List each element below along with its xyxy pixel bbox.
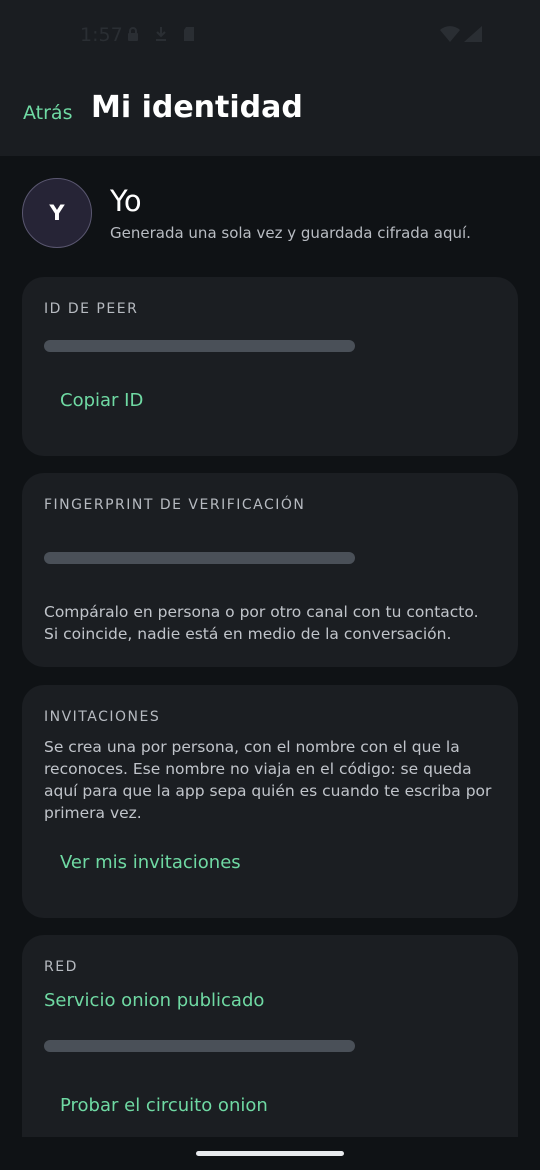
back-button[interactable]: Atrás (23, 102, 72, 124)
copy-id-button[interactable]: Copiar ID (60, 390, 143, 411)
lock-icon (126, 26, 140, 46)
signal-icon (464, 26, 482, 46)
fingerprint-description: Compáralo en persona o por otro canal co… (44, 601, 504, 645)
profile-name: Yo (110, 184, 142, 218)
wifi-icon (440, 26, 460, 46)
peer-id-card: ID DE PEER Copiar ID (22, 277, 518, 456)
invitations-line: Se crea una por persona, con el nombre c… (44, 738, 460, 756)
fingerprint-label: FINGERPRINT DE VERIFICACIÓN (44, 497, 306, 513)
fingerprint-line: Si coincide, nadie está en medio de la c… (44, 625, 452, 643)
view-invitations-button[interactable]: Ver mis invitaciones (60, 852, 241, 873)
page-title: Mi identidad (91, 90, 303, 125)
fingerprint-card: FINGERPRINT DE VERIFICACIÓN Compáralo en… (22, 473, 518, 667)
test-onion-circuit-button[interactable]: Probar el circuito onion (60, 1095, 268, 1116)
sd-card-icon (182, 26, 196, 46)
status-bar: 1:57 (0, 0, 540, 70)
invitations-line: primera vez. (44, 804, 142, 822)
fingerprint-line: Compáralo en persona o por otro canal co… (44, 603, 479, 621)
onion-address-value (44, 1040, 355, 1052)
invitations-line: aquí para que la app sepa quién es cuand… (44, 782, 492, 800)
avatar: Y (22, 178, 92, 248)
navigation-bar (0, 1137, 540, 1170)
invitations-line: reconoces. Ese nombre no viaja en el cód… (44, 760, 472, 778)
app-header: Atrás Mi identidad (0, 70, 540, 156)
fingerprint-value (44, 552, 355, 564)
peer-id-label: ID DE PEER (44, 301, 139, 317)
profile-subtitle: Generada una sola vez y guardada cifrada… (110, 224, 471, 242)
onion-service-status: Servicio onion publicado (44, 990, 265, 1011)
home-gesture-handle[interactable] (196, 1151, 344, 1156)
status-time: 1:57 (80, 24, 123, 46)
status-notification-icons (126, 26, 196, 46)
network-card: RED Servicio onion publicado Probar el c… (22, 935, 518, 1137)
profile-section: Y Yo Generada una sola vez y guardada ci… (22, 178, 522, 250)
invitations-card: INVITACIONES Se crea una por persona, co… (22, 685, 518, 918)
network-label: RED (44, 959, 78, 975)
status-system-icons (440, 26, 482, 46)
download-icon (154, 26, 168, 46)
peer-id-value (44, 340, 355, 352)
invitations-label: INVITACIONES (44, 709, 161, 725)
invitations-description: Se crea una por persona, con el nombre c… (44, 736, 504, 824)
